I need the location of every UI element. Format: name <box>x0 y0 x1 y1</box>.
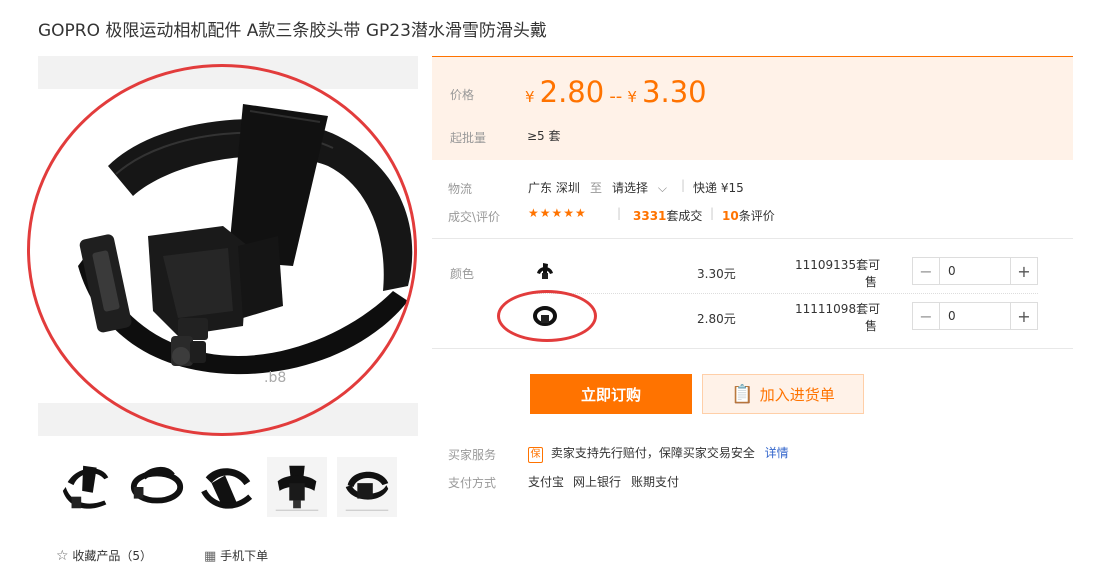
chevron-down-icon: ⌵ <box>657 181 667 195</box>
annotation-circle-sku <box>497 290 597 342</box>
favorite-link[interactable]: ☆ 收藏产品（5） <box>56 547 152 564</box>
mobile-order-label: 手机下单 <box>220 549 269 563</box>
price-high: 3.30 <box>642 75 707 109</box>
add-to-list-label: 加入进货单 <box>759 385 835 404</box>
payment-method-2: 网上银行 <box>573 475 622 489</box>
guarantee-badge-icon: 保 <box>528 447 543 463</box>
minus-icon[interactable]: − <box>913 303 940 329</box>
plus-icon[interactable]: + <box>1010 258 1037 284</box>
sku-2-quantity-stepper: − + <box>912 302 1038 330</box>
destination-select[interactable]: 请选择 ⌵ <box>612 179 667 196</box>
sku-row-divider <box>528 293 1038 294</box>
buyer-service-text: 卖家支持先行赔付，保障买家交易安全 <box>550 446 755 460</box>
currency-symbol: ¥ <box>525 88 535 106</box>
shipping-fee: 快递 ¥15 <box>693 181 744 195</box>
price-label: 价格 <box>450 88 475 102</box>
moq-value: ≥5 套 <box>527 129 561 143</box>
sku-2-price: 2.80元 <box>697 312 736 326</box>
destination-value: 请选择 <box>612 181 649 195</box>
annotation-circle-main-image <box>27 64 417 436</box>
review-count: 10 <box>722 209 739 223</box>
sku-1-stock: 11109135套可 售 <box>795 257 881 291</box>
product-title: GOPRO 极限运动相机配件 A款三条胶头带 GP23潜水滑雪防滑头戴 <box>38 21 547 41</box>
moq-label: 起批量 <box>450 131 487 145</box>
sku-2-stock-unit: 套可 <box>856 302 881 316</box>
shipping-origin: 广东 深圳 <box>528 181 580 195</box>
logistics-label: 物流 <box>448 182 473 196</box>
divider-pipe: | <box>681 178 686 192</box>
sku-2-quantity-input[interactable] <box>940 303 1010 329</box>
sku-1-stock-unit: 套可 <box>856 258 881 272</box>
deals-count: 3331 <box>633 209 667 223</box>
thumbnail-5[interactable] <box>337 457 397 517</box>
payment-method-1: 支付宝 <box>528 475 565 489</box>
color-label: 颜色 <box>450 267 475 281</box>
section-divider-2 <box>432 348 1073 349</box>
mobile-order-link[interactable]: ▦ 手机下单 <box>204 547 268 564</box>
shipping-to: 至 <box>590 181 603 195</box>
qr-code-icon: ▦ <box>204 549 217 564</box>
service-details-link[interactable]: 详情 <box>765 446 789 460</box>
sku-2-stock-num: 11111098 <box>795 302 857 316</box>
divider-pipe-3: | <box>710 206 715 220</box>
thumbnail-2-image <box>130 466 184 504</box>
sku-2-stock: 11111098套可 售 <box>795 301 881 335</box>
buy-now-button[interactable]: 立即订购 <box>530 374 692 414</box>
deals-link[interactable]: 3331套成交 <box>633 207 702 224</box>
price-range: ¥ 2.80 -- ¥ 3.30 <box>525 75 707 109</box>
rating-stars: ★★★★★ <box>528 206 587 220</box>
sku-1-image <box>537 263 553 279</box>
sku-1-stock-unit2: 售 <box>864 275 877 289</box>
thumbnail-3[interactable] <box>197 457 257 517</box>
buyer-service-label: 买家服务 <box>448 448 497 462</box>
sku-1-quantity-input[interactable] <box>940 258 1010 284</box>
thumbnail-5-image <box>345 471 389 511</box>
payment-method-3: 账期支付 <box>631 475 680 489</box>
thumbnail-1-image <box>62 465 109 509</box>
thumbnail-2[interactable] <box>127 457 187 517</box>
star-outline-icon: ☆ <box>56 548 69 564</box>
clipboard-icon: 📋 <box>731 383 754 405</box>
price-separator: -- <box>609 86 623 107</box>
reviews-link[interactable]: 10条评价 <box>722 207 775 224</box>
thumbnail-1[interactable] <box>57 457 117 517</box>
minus-icon[interactable]: − <box>913 258 940 284</box>
favorite-label: 收藏产品（5） <box>72 549 153 563</box>
payment-label: 支付方式 <box>448 476 497 490</box>
add-to-purchase-list-button[interactable]: 📋 加入进货单 <box>702 374 864 414</box>
thumbnail-4-image <box>275 465 319 511</box>
buyer-service-info: 保 卖家支持先行赔付，保障买家交易安全 详情 <box>528 444 789 463</box>
sku-1-stock-num: 11109135 <box>795 258 857 272</box>
sku-1-price: 3.30元 <box>697 267 736 281</box>
thumbnail-4[interactable] <box>267 457 327 517</box>
sku-1-quantity-stepper: − + <box>912 257 1038 285</box>
reviews-label: 成交\评价 <box>448 210 501 224</box>
plus-icon[interactable]: + <box>1010 303 1037 329</box>
currency-symbol-high: ¥ <box>627 88 637 106</box>
deals-unit: 套成交 <box>666 209 703 223</box>
section-divider-1 <box>432 238 1073 239</box>
sku-2-stock-unit2: 售 <box>864 319 877 333</box>
review-unit: 条评价 <box>738 209 775 223</box>
divider-pipe-2: | <box>617 206 622 220</box>
thumbnail-3-image <box>201 468 253 509</box>
price-low: 2.80 <box>539 75 605 109</box>
sku-thumbnail-1[interactable] <box>530 256 560 286</box>
